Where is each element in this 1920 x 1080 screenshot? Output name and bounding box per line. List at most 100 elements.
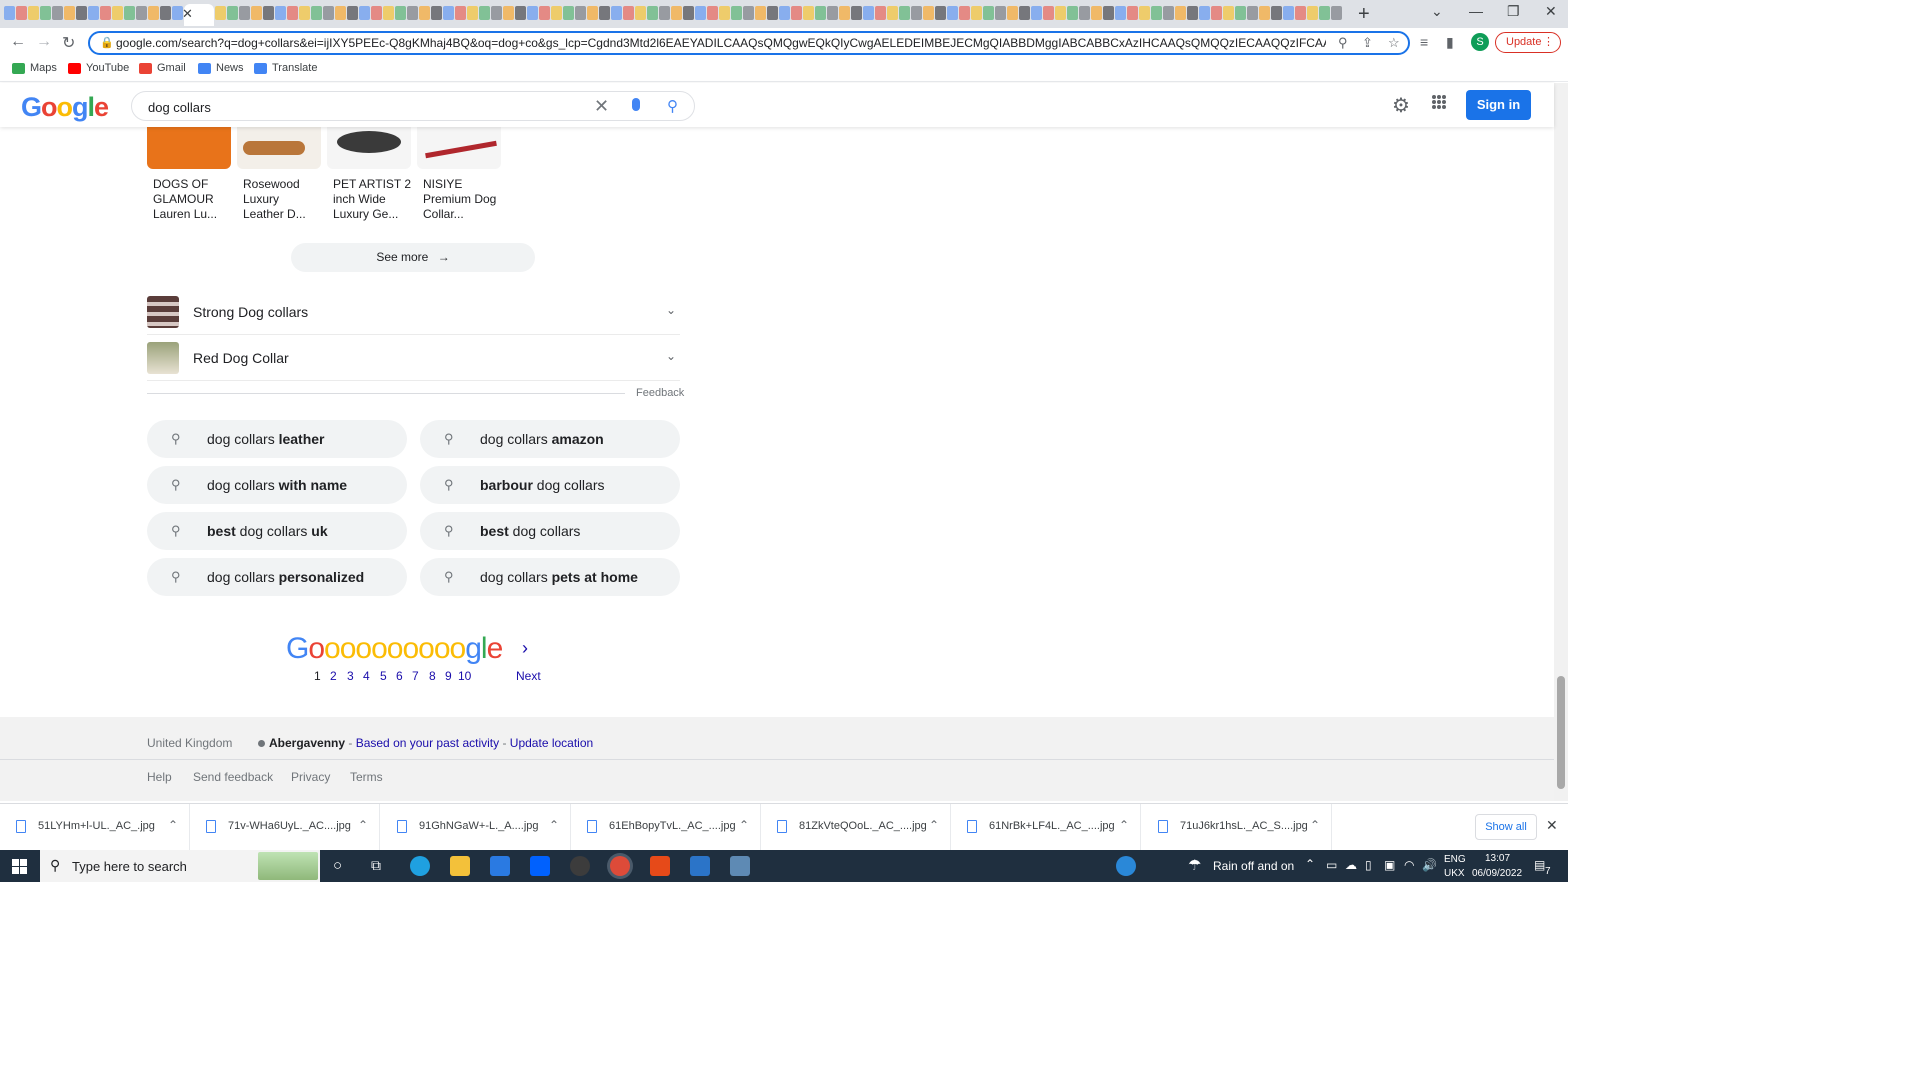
- tab-favicon[interactable]: [1091, 6, 1102, 20]
- chevron-up-icon[interactable]: ⌃: [929, 818, 939, 832]
- tab-favicon[interactable]: [839, 6, 850, 20]
- tab-favicon[interactable]: [863, 6, 874, 20]
- tab-favicon[interactable]: [419, 6, 430, 20]
- bookmark-gmail[interactable]: Gmail: [139, 62, 186, 74]
- tab-favicon[interactable]: [1115, 6, 1126, 20]
- tab-favicon[interactable]: [239, 6, 250, 20]
- tab-favicon[interactable]: [683, 6, 694, 20]
- keyboard-layout[interactable]: UKX: [1444, 868, 1465, 879]
- related-query-chip[interactable]: ⚲ dog collars pets at home: [420, 558, 680, 596]
- product-image[interactable]: [237, 127, 321, 169]
- tab-favicon[interactable]: [695, 6, 706, 20]
- tab-favicon[interactable]: [755, 6, 766, 20]
- footer-terms-link[interactable]: Terms: [350, 770, 383, 784]
- related-query-chip[interactable]: ⚲ barbour dog collars: [420, 466, 680, 504]
- tab-favicon[interactable]: [1079, 6, 1090, 20]
- feedback-link[interactable]: Feedback: [636, 387, 684, 399]
- tab-favicon[interactable]: [443, 6, 454, 20]
- product-name[interactable]: NISIYE Premium Dog Collar...: [423, 177, 503, 222]
- clock-time[interactable]: 13:07: [1485, 853, 1510, 864]
- tab-favicon[interactable]: [407, 6, 418, 20]
- tab-favicon[interactable]: [64, 6, 75, 20]
- weather-icon[interactable]: ☂: [1188, 856, 1201, 874]
- tab-favicon[interactable]: [851, 6, 862, 20]
- tab-favicon[interactable]: [599, 6, 610, 20]
- tab-favicon[interactable]: [1259, 6, 1270, 20]
- tab-favicon[interactable]: [335, 6, 346, 20]
- chevron-up-icon[interactable]: ⌃: [358, 818, 368, 832]
- download-item[interactable]: 91GhNGaW+-L._A....jpg ⌃: [381, 804, 571, 850]
- tray-app-icon[interactable]: ▣: [1384, 858, 1395, 872]
- scrollbar-thumb[interactable]: [1557, 676, 1565, 789]
- related-search-strong-dog-collars[interactable]: Strong Dog collars ⌄: [147, 289, 680, 335]
- related-query-chip[interactable]: ⚲ dog collars amazon: [420, 420, 680, 458]
- tab-favicon[interactable]: [16, 6, 27, 20]
- based-on-activity-link[interactable]: Based on your past activity: [356, 736, 499, 750]
- mail-icon[interactable]: [490, 856, 510, 876]
- tab-favicon[interactable]: [923, 6, 934, 20]
- clear-icon[interactable]: ✕: [594, 96, 609, 117]
- app-icon[interactable]: [570, 856, 590, 876]
- tab-favicon[interactable]: [959, 6, 970, 20]
- tab-favicon[interactable]: [1007, 6, 1018, 20]
- related-query-chip[interactable]: ⚲ best dog collars: [420, 512, 680, 550]
- tab-favicon[interactable]: [815, 6, 826, 20]
- tab-favicon[interactable]: [671, 6, 682, 20]
- product-image[interactable]: [327, 127, 411, 169]
- tab-favicon[interactable]: [803, 6, 814, 20]
- tab-favicon[interactable]: [539, 6, 550, 20]
- lock-icon[interactable]: 🔒: [100, 36, 114, 49]
- tab-favicon[interactable]: [515, 6, 526, 20]
- tab-favicon[interactable]: [743, 6, 754, 20]
- volume-icon[interactable]: 🔊: [1422, 858, 1437, 872]
- tab-favicon[interactable]: [100, 6, 111, 20]
- product-name[interactable]: DOGS OF GLAMOUR Lauren Lu...: [153, 177, 233, 222]
- tab-favicon[interactable]: [275, 6, 286, 20]
- tab-favicon[interactable]: [1295, 6, 1306, 20]
- related-query-chip[interactable]: ⚲ dog collars personalized: [147, 558, 407, 596]
- tab-favicon[interactable]: [1103, 6, 1114, 20]
- reading-list-icon[interactable]: ≡: [1420, 34, 1428, 50]
- tab-favicon[interactable]: [1319, 6, 1330, 20]
- tab-favicon[interactable]: [431, 6, 442, 20]
- google-logo[interactable]: Google: [21, 92, 109, 123]
- tab-favicon[interactable]: [551, 6, 562, 20]
- tab-favicon[interactable]: [347, 6, 358, 20]
- weather-text[interactable]: Rain off and on: [1213, 859, 1294, 873]
- tab-favicon[interactable]: [503, 6, 514, 20]
- tab-favicon[interactable]: [1235, 6, 1246, 20]
- edge-icon[interactable]: [410, 856, 430, 876]
- tab-favicon[interactable]: [287, 6, 298, 20]
- update-location-link[interactable]: Update location: [510, 736, 593, 750]
- tab-favicon[interactable]: [1247, 6, 1258, 20]
- see-more-button[interactable]: See more →: [291, 243, 535, 272]
- bookmark-news[interactable]: News: [198, 62, 244, 74]
- forward-icon[interactable]: →: [36, 33, 52, 51]
- tab-favicon[interactable]: [88, 6, 99, 20]
- search-icon[interactable]: ⚲: [667, 97, 678, 115]
- tab-favicon[interactable]: [1271, 6, 1282, 20]
- apps-grid-icon[interactable]: [1432, 95, 1446, 109]
- tab-favicon[interactable]: [371, 6, 382, 20]
- product-image[interactable]: [417, 127, 501, 169]
- tab-favicon[interactable]: [28, 6, 39, 20]
- tab-favicon[interactable]: [983, 6, 994, 20]
- tab-favicon[interactable]: [647, 6, 658, 20]
- file-explorer-icon[interactable]: [450, 856, 470, 876]
- share-icon[interactable]: ⇪: [1362, 35, 1373, 51]
- chevron-down-icon[interactable]: ⌄: [666, 303, 676, 317]
- close-window-button[interactable]: ✕: [1545, 3, 1557, 20]
- back-icon[interactable]: ←: [10, 33, 26, 51]
- page-number[interactable]: 10: [458, 669, 471, 683]
- tab-favicon[interactable]: [1331, 6, 1342, 20]
- product-name[interactable]: PET ARTIST 2 inch Wide Luxury Ge...: [333, 177, 413, 222]
- dropbox-icon[interactable]: [530, 856, 550, 876]
- tab-close-icon[interactable]: ✕: [182, 6, 193, 22]
- product-image[interactable]: [147, 127, 231, 169]
- tab-favicon[interactable]: [160, 6, 171, 20]
- language-code[interactable]: ENG: [1444, 854, 1466, 865]
- profile-avatar[interactable]: S: [1471, 33, 1489, 51]
- bookmark-star-icon[interactable]: ☆: [1388, 35, 1400, 51]
- footer-send-feedback-link[interactable]: Send feedback: [193, 770, 273, 784]
- tab-favicon[interactable]: [1199, 6, 1210, 20]
